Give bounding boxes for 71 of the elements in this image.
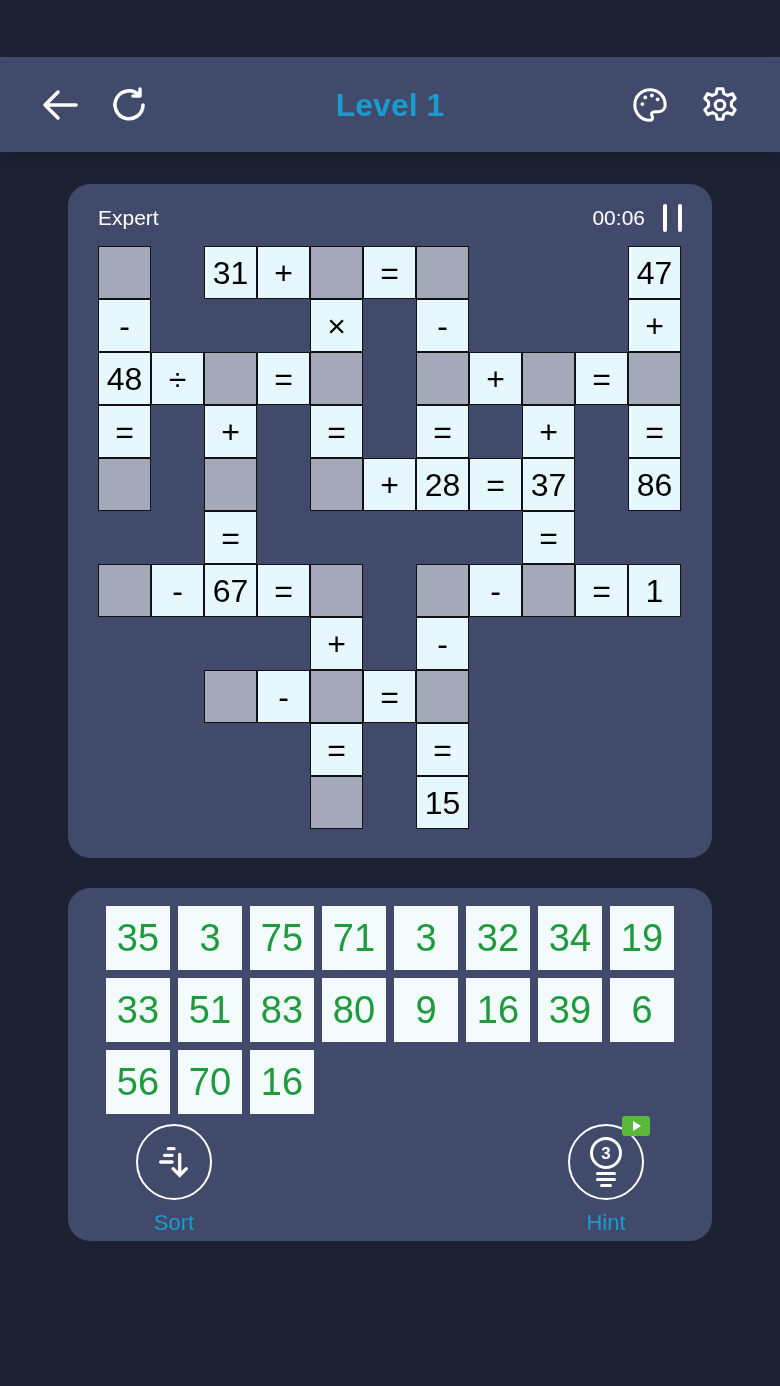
empty-cell[interactable]	[98, 458, 151, 511]
empty-cell[interactable]	[98, 246, 151, 299]
number-tile[interactable]: 71	[322, 906, 386, 970]
grid-cell: =	[257, 564, 310, 617]
number-tile[interactable]: 3	[394, 906, 458, 970]
number-tile[interactable]: 9	[394, 978, 458, 1042]
number-tile[interactable]: 34	[538, 906, 602, 970]
sort-label: Sort	[153, 1209, 195, 1237]
number-tile[interactable]: 3	[178, 906, 242, 970]
grid-cell: =	[257, 352, 310, 405]
grid-cell: 48	[98, 352, 151, 405]
grid-cell: +	[257, 246, 310, 299]
grid-cell: 47	[628, 246, 681, 299]
number-tile[interactable]: 80	[322, 978, 386, 1042]
level-title: Level 1	[334, 85, 446, 125]
number-tile[interactable]: 19	[610, 906, 674, 970]
hint-label: Hint	[586, 1209, 626, 1237]
number-tile[interactable]: 33	[106, 978, 170, 1042]
timer: 00:06	[592, 205, 645, 232]
number-tile[interactable]: 75	[250, 906, 314, 970]
grid-cell: -	[469, 564, 522, 617]
number-tile[interactable]: 56	[106, 1050, 170, 1114]
pause-icon[interactable]	[663, 204, 682, 232]
empty-cell[interactable]	[204, 458, 257, 511]
grid-cell: +	[522, 405, 575, 458]
number-tile[interactable]: 16	[466, 978, 530, 1042]
difficulty-label: Expert	[98, 205, 159, 232]
grid-cell: 86	[628, 458, 681, 511]
grid-cell: 31	[204, 246, 257, 299]
grid-cell: =	[363, 670, 416, 723]
grid-cell: -	[257, 670, 310, 723]
sort-button[interactable]	[136, 1124, 212, 1200]
grid-cell: =	[98, 405, 151, 458]
grid-cell: -	[416, 617, 469, 670]
video-ad-icon	[622, 1116, 650, 1136]
grid-cell: =	[310, 723, 363, 776]
grid-cell: =	[416, 405, 469, 458]
number-tile[interactable]: 83	[250, 978, 314, 1042]
grid-cell: -	[98, 299, 151, 352]
number-tile[interactable]: 16	[250, 1050, 314, 1114]
grid-cell: =	[310, 405, 363, 458]
grid-cell: -	[151, 564, 204, 617]
grid-cell: -	[416, 299, 469, 352]
number-tile[interactable]: 35	[106, 906, 170, 970]
grid-cell: =	[469, 458, 522, 511]
grid-cell: =	[628, 405, 681, 458]
hint-count: 3	[601, 1144, 611, 1162]
number-tile[interactable]: 51	[178, 978, 242, 1042]
grid-cell: =	[575, 352, 628, 405]
grid-cell: 28	[416, 458, 469, 511]
grid-cell: ÷	[151, 352, 204, 405]
grid-cell: 1	[628, 564, 681, 617]
number-tile[interactable]: 70	[178, 1050, 242, 1114]
grid-cell: +	[469, 352, 522, 405]
grid-cell: 15	[416, 776, 469, 829]
grid-cell: ×	[310, 299, 363, 352]
number-tile[interactable]: 6	[610, 978, 674, 1042]
empty-cell[interactable]	[310, 776, 363, 829]
number-tile[interactable]: 32	[466, 906, 530, 970]
grid-cell: 67	[204, 564, 257, 617]
grid-cell: +	[204, 405, 257, 458]
grid-cell: +	[363, 458, 416, 511]
grid-cell: =	[363, 246, 416, 299]
grid-cell: =	[575, 564, 628, 617]
number-tile[interactable]: 39	[538, 978, 602, 1042]
grid-cell: 37	[522, 458, 575, 511]
grid-cell: =	[522, 511, 575, 564]
grid-cell: +	[628, 299, 681, 352]
grid-cell: =	[204, 511, 257, 564]
grid-cell: =	[416, 723, 469, 776]
grid-cell: +	[310, 617, 363, 670]
